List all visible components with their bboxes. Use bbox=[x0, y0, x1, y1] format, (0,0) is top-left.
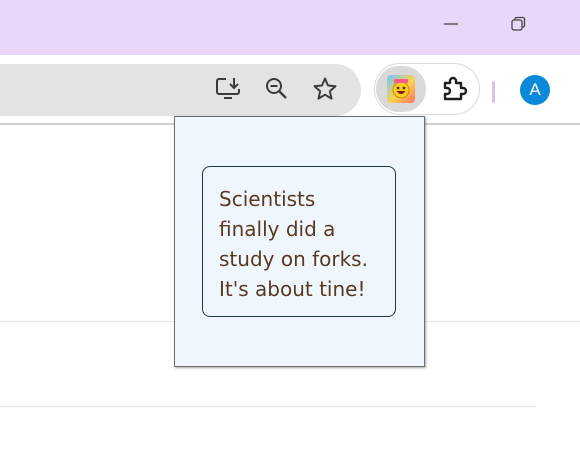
profile-initial: A bbox=[529, 80, 541, 99]
extension-popup: Scientists finally did a study on forks.… bbox=[174, 116, 425, 367]
star-icon bbox=[313, 77, 337, 100]
extensions-menu-button[interactable] bbox=[434, 71, 474, 107]
minimize-icon bbox=[444, 23, 458, 25]
joke-extension-icon bbox=[387, 75, 415, 103]
restore-button[interactable] bbox=[495, 0, 541, 48]
zoom-out-icon bbox=[266, 78, 287, 99]
install-app-icon bbox=[216, 78, 240, 99]
title-bar bbox=[0, 0, 580, 55]
joke-text: Scientists finally did a study on forks.… bbox=[202, 166, 396, 317]
minimize-button[interactable] bbox=[428, 0, 474, 48]
restore-icon bbox=[511, 16, 526, 31]
install-app-button[interactable] bbox=[211, 71, 247, 107]
puzzle-icon bbox=[443, 76, 468, 101]
browser-toolbar: A bbox=[0, 55, 580, 125]
toolbar-separator bbox=[492, 81, 495, 103]
content-divider bbox=[0, 406, 536, 407]
joke-extension-button[interactable] bbox=[376, 66, 426, 112]
zoom-button[interactable] bbox=[259, 71, 295, 107]
profile-avatar[interactable]: A bbox=[520, 75, 550, 105]
bookmark-button[interactable] bbox=[307, 71, 343, 107]
